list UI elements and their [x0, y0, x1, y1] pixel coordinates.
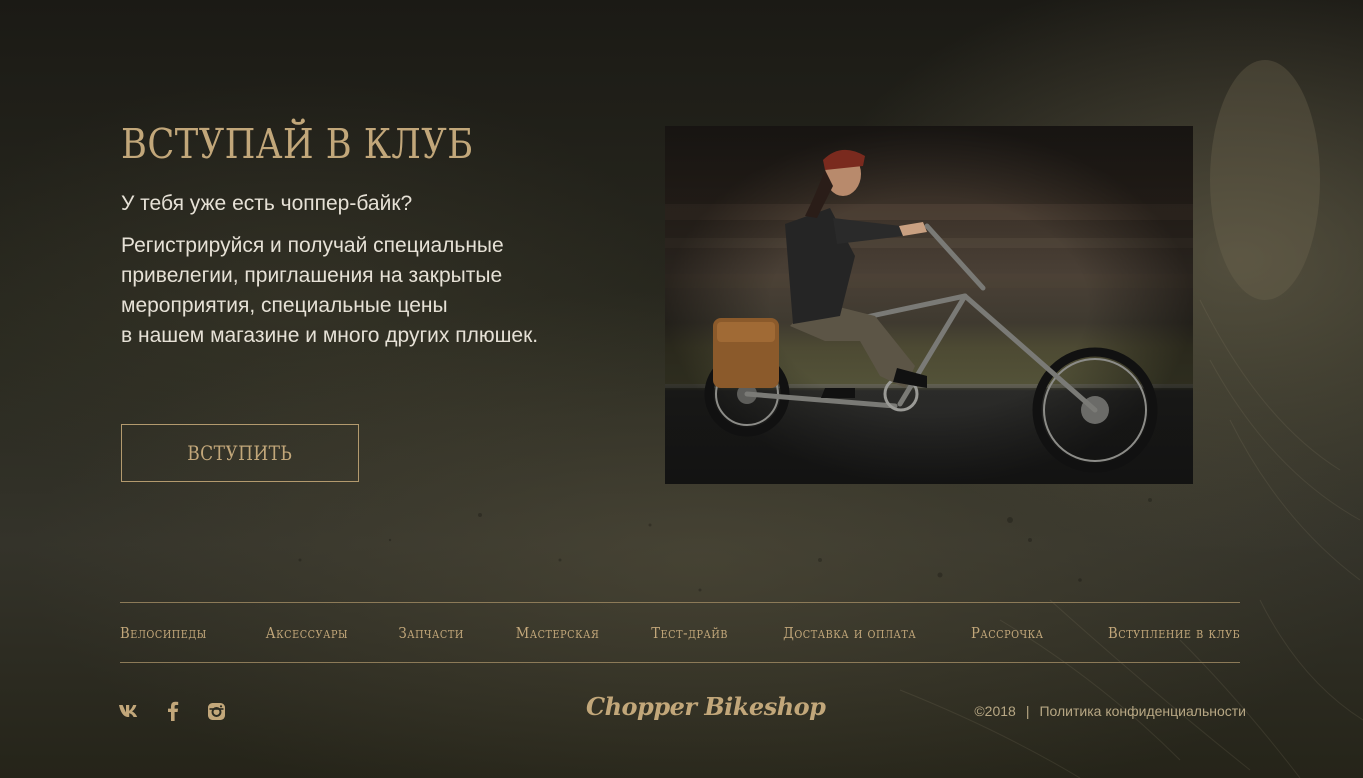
footer-nav-join-club[interactable]: Вступление в клуб [1108, 624, 1240, 642]
hero-description-line: мероприятия, специальные цены [121, 294, 448, 317]
footer-nav-installment[interactable]: Рассрочка [971, 624, 1044, 642]
hero-description-line: привелегии, приглашения на закрытые [121, 264, 503, 287]
privacy-policy-link[interactable]: Политика конфиденциальности [1039, 703, 1246, 719]
vk-icon[interactable] [119, 700, 141, 722]
footer-nav-accessories[interactable]: Аксессуары [265, 624, 347, 642]
hero-description-line: Регистрируйся и получай специальные [121, 234, 504, 257]
hero-photo [665, 126, 1193, 484]
social-links [119, 700, 227, 722]
footer-nav-workshop[interactable]: Мастерская [515, 624, 599, 642]
footer-divider-top [120, 602, 1240, 603]
copyright: ©2018 [974, 703, 1016, 719]
footer-nav: Велосипеды Аксессуары Запчасти Мастерска… [120, 604, 1240, 662]
join-club-button-label: ВСТУПИТЬ [187, 441, 293, 465]
chopper-bikeshop-logo[interactable]: Chopper Bikeshop [586, 692, 826, 721]
footer-divider-bottom [120, 662, 1240, 663]
facebook-icon[interactable] [162, 700, 184, 722]
hero-question: У тебя уже есть чоппер-байк? [121, 192, 413, 215]
chopper-rider-image [665, 126, 1193, 484]
hero-description: Регистрируйся и получай специальные прив… [121, 231, 601, 351]
legal-info: ©2018 | Политика конфиденциальности [974, 703, 1246, 719]
footer-nav-parts[interactable]: Запчасти [399, 624, 464, 642]
hero-title: ВСТУПАЙ В КЛУБ [121, 120, 474, 168]
instagram-icon[interactable] [205, 700, 227, 722]
hero-description-line: в нашем магазине и много других плюшек. [121, 324, 539, 347]
footer-nav-test-drive[interactable]: Тест-драйв [651, 624, 728, 642]
join-club-button[interactable]: ВСТУПИТЬ [121, 424, 359, 482]
footer-nav-bicycles[interactable]: Велосипеды [120, 624, 207, 642]
legal-separator: | [1025, 703, 1030, 719]
footer-nav-delivery[interactable]: Доставка и оплата [783, 624, 916, 642]
